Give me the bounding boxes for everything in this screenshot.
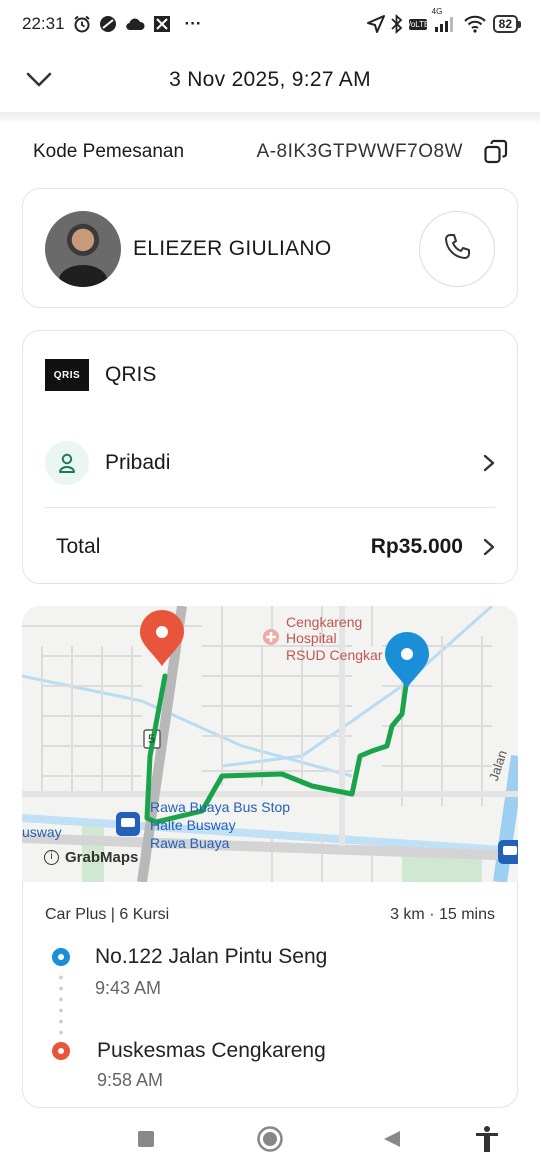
booking-code-row: Kode Pemesanan A-8IK3GTPWWF7O8W — [33, 134, 509, 170]
map-label-hospital-3: RSUD Cengkar — [286, 647, 383, 663]
more-notifications-icon: ··· — [184, 14, 202, 33]
pickup-time: 9:43 AM — [95, 978, 162, 998]
pickup-dot-icon — [52, 948, 70, 966]
booking-code-value: A-8IK3GTPWWF7O8W — [256, 141, 463, 162]
status-time: 22:31 — [22, 14, 65, 33]
call-driver-button[interactable] — [419, 211, 495, 287]
system-nav-bar — [0, 1108, 540, 1170]
route-dotted-line — [59, 972, 63, 1038]
trip-distance: 3 km · 15 mins — [390, 906, 495, 923]
header: 3 Nov 2025, 9:27 AM — [0, 48, 540, 112]
vehicle-type: Car Plus | 6 Kursi — [45, 906, 170, 923]
pickup-location: No.122 Jalan Pintu Seng — [95, 945, 328, 968]
person-icon — [45, 441, 89, 485]
battery-indicator: 82 — [492, 15, 522, 33]
back-icon[interactable] — [375, 1122, 409, 1156]
collapse-chevron-icon[interactable] — [24, 64, 54, 94]
dropoff-time: 9:58 AM — [97, 1070, 164, 1090]
map-label-road-badge: 5 — [148, 732, 155, 746]
location-icon — [366, 15, 385, 33]
volte-icon: VoLTE — [405, 18, 430, 30]
signal-icon: 4G — [432, 7, 457, 33]
divider — [45, 507, 495, 508]
payment-card: QRIS QRIS Pribadi Total Rp35.000 — [22, 330, 518, 584]
map-canvas — [22, 606, 518, 882]
map-info-icon[interactable]: i — [44, 850, 59, 865]
total-value: Rp35.000 — [370, 535, 463, 558]
bluetooth-icon — [391, 14, 403, 34]
header-divider — [0, 112, 540, 122]
map-brand-logo: GrabMaps — [65, 849, 139, 866]
dropoff-location: Puskesmas Cengkareng — [97, 1039, 326, 1062]
total-chevron-icon[interactable] — [481, 536, 497, 558]
map-label-busway: usway — [22, 824, 62, 840]
total-label: Total — [56, 535, 101, 558]
qris-logo: QRIS — [45, 359, 89, 391]
status-bar: 22:31 ··· VoLTE 4G 82 — [0, 0, 540, 48]
page-title: 3 Nov 2025, 9:27 AM — [169, 68, 371, 91]
recent-apps-icon[interactable] — [129, 1122, 163, 1156]
driver-card: ELIEZER GIULIANO — [22, 188, 518, 308]
data-saver-icon — [99, 15, 117, 33]
driver-avatar — [45, 211, 121, 287]
booking-code-label: Kode Pemesanan — [33, 141, 185, 162]
status-right: VoLTE 4G 82 — [366, 7, 522, 34]
accessibility-icon[interactable] — [470, 1122, 504, 1156]
map-label-hospital-2: Hospital — [286, 630, 337, 646]
profile-chevron-icon[interactable] — [481, 452, 497, 474]
alarm-icon — [73, 15, 91, 33]
network-type: 4G — [431, 7, 443, 16]
phone-icon — [442, 232, 472, 267]
route-map[interactable]: Cengkareng Hospital RSUD Cengkar 5 Rawa … — [22, 606, 518, 882]
wifi-icon — [463, 15, 487, 33]
driver-name: ELIEZER GIULIANO — [133, 237, 332, 260]
app-notification-icon — [153, 15, 171, 33]
dropoff-dot-icon — [52, 1042, 70, 1060]
pickup-pin-icon — [385, 632, 429, 688]
status-left: 22:31 ··· — [22, 14, 202, 34]
map-label-hospital-1: Cengkareng — [286, 614, 363, 630]
copy-icon[interactable] — [483, 139, 509, 165]
trip-details: Car Plus | 6 Kursi 3 km · 15 mins No.122… — [22, 882, 518, 1108]
map-label-bus-stop-3: Rawa Buaya — [150, 835, 230, 851]
cloud-icon — [125, 17, 145, 31]
profile-label[interactable]: Pribadi — [105, 451, 170, 475]
payment-method-label: QRIS — [105, 363, 157, 386]
map-label-bus-stop-2: Halte Busway — [150, 817, 236, 833]
map-label-bus-stop-1: Rawa Buaya Bus Stop — [150, 799, 291, 815]
home-icon[interactable] — [253, 1122, 287, 1156]
